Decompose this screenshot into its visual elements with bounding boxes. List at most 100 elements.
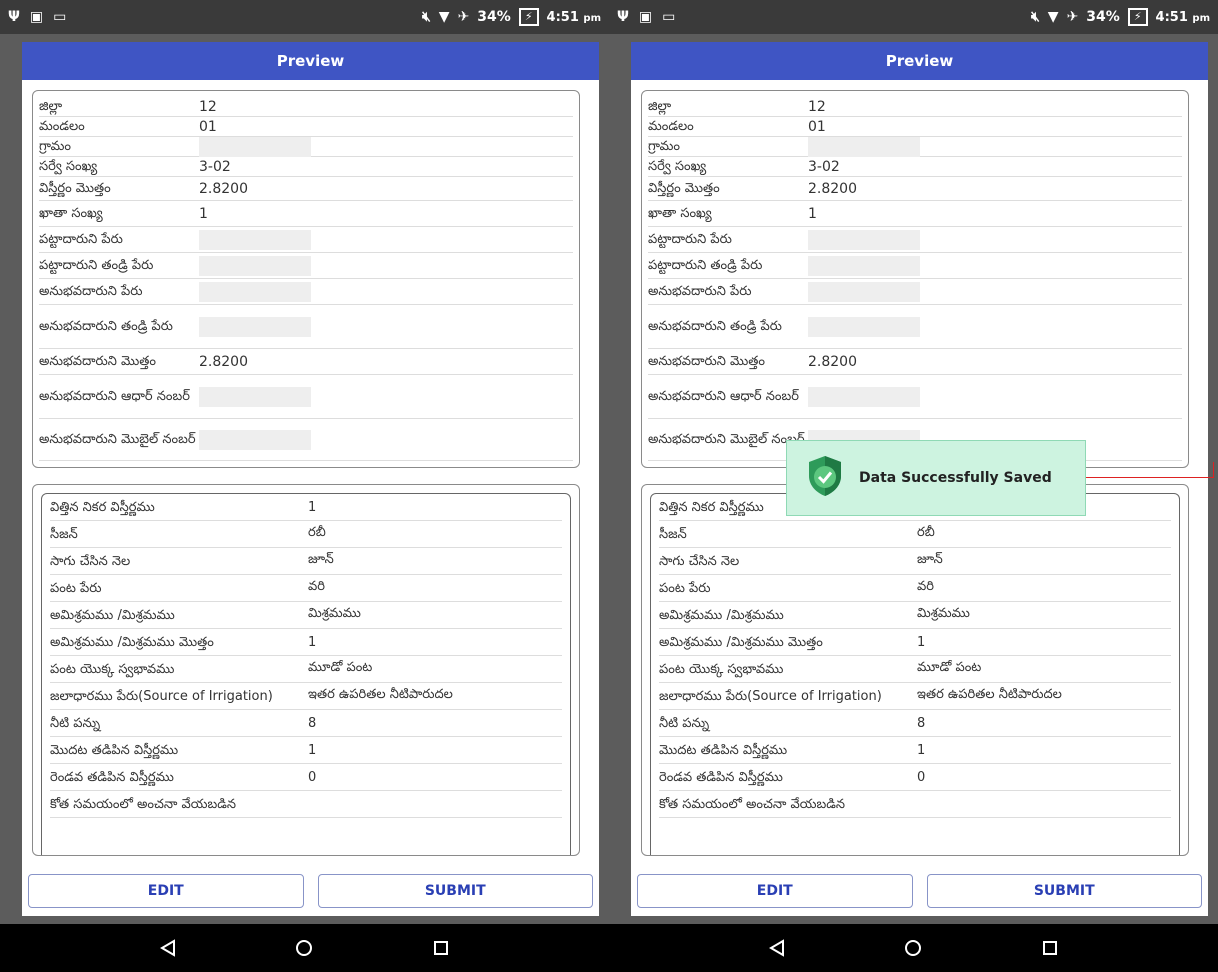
crop-detail-row: పంట యొక్క స్వభావము మూడో పంట (50, 656, 562, 683)
home-icon[interactable] (274, 928, 334, 968)
screen-left: Ψ ▣ ▭ 🔇︎ ▼ ✈ 34% ⚡ 4:51 pm Preview జిల్ల… (0, 0, 609, 972)
image-icon: ▣ (29, 9, 44, 25)
land-detail-row: విస్తీర్ణం మొత్తం 2.8200 (39, 177, 573, 201)
crop-detail-row: రెండవ తడిపిన విస్తీర్ణము 0 (659, 764, 1171, 791)
recents-icon[interactable] (411, 928, 471, 968)
crop-detail-row: అమిశ్రమము /మిశ్రమము మొత్తం 1 (50, 629, 562, 656)
crop-detail-row: పంట యొక్క స్వభావము మూడో పంట (659, 656, 1171, 683)
land-detail-label: అనుభవదారుని పేరు (39, 283, 143, 299)
crop-detail-label: జలాధారము పేరు(Source of Irrigation) (659, 688, 882, 704)
land-detail-value: 2.8200 (199, 180, 248, 197)
battery-icon: ⚡ (518, 8, 539, 26)
crop-detail-value: రబీ (308, 525, 326, 540)
land-detail-value: 1 (808, 205, 817, 222)
crop-detail-value: ఇతర ఉపరితల నీటిపారుదల (917, 687, 1062, 702)
recents-icon[interactable] (1020, 928, 1080, 968)
land-detail-row: అనుభవదారుని పేరు (39, 279, 573, 305)
land-detail-label: గ్రామం (648, 138, 680, 154)
crop-detail-row: మొదట తడిపిన విస్తీర్ణము 1 (50, 737, 562, 764)
land-detail-row: అనుభవదారుని పేరు (648, 279, 1182, 305)
submit-button[interactable]: SUBMIT (317, 874, 593, 908)
land-detail-row: అనుభవదారుని తండ్రి పేరు (648, 305, 1182, 349)
annotation-line-vertical (1213, 462, 1214, 478)
land-detail-label: విస్తీర్ణం మొత్తం (39, 180, 111, 196)
crop-detail-value: 1 (308, 742, 317, 758)
crop-detail-label: రెండవ తడిపిన విస్తీర్ణము (659, 769, 783, 785)
land-detail-row: అనుభవదారుని మొత్తం 2.8200 (39, 349, 573, 375)
land-detail-row: పట్టాదారుని తండ్రి పేరు (39, 253, 573, 279)
submit-button[interactable]: SUBMIT (926, 874, 1202, 908)
crop-detail-row: జలాధారము పేరు(Source of Irrigation) ఇతర ఉ… (659, 683, 1171, 710)
crop-detail-row: అమిశ్రమము /మిశ్రమము మిశ్రమము (50, 602, 562, 629)
land-detail-value (199, 229, 573, 250)
gallery-icon: ▭ (662, 9, 676, 25)
gallery-icon: ▭ (53, 9, 67, 25)
crop-detail-value: జూన్ (917, 552, 943, 567)
redacted-field (808, 316, 920, 337)
crop-detail-value: మూడో పంట (917, 660, 982, 675)
land-detail-row: పట్టాదారుని తండ్రి పేరు (648, 253, 1182, 279)
crop-detail-label: మొదట తడిపిన విస్తీర్ణము (50, 742, 179, 758)
crop-detail-label: అమిశ్రమము /మిశ్రమము మొత్తం (659, 634, 823, 650)
airplane-icon: ✈ (1066, 9, 1079, 25)
land-detail-label: అనుభవదారుని పేరు (648, 283, 752, 299)
redacted-field (199, 429, 311, 450)
land-details-list: జిల్లా 12 మండలం 01 గ్రామం సర్వే సంఖ్య 3-02 విస్… (39, 97, 573, 461)
land-details-card: జిల్లా 12 మండలం 01 గ్రామం సర్వే సంఖ్య 3-02 విస్… (32, 90, 580, 468)
land-detail-value (808, 229, 1182, 250)
land-detail-row: అనుభవదారుని ఆధార్ నంబర్ (648, 375, 1182, 419)
land-detail-value: 01 (808, 118, 826, 135)
land-detail-label: మండలం (39, 118, 85, 134)
status-bar: Ψ ▣ ▭ 🔇︎ ▼ ✈ 34% ⚡ 4:51 pm (0, 0, 609, 34)
redacted-field (199, 386, 311, 407)
crop-detail-label: సాగు చేసిన నెల (659, 553, 740, 569)
redacted-field (199, 281, 311, 302)
land-detail-row: జిల్లా 12 (648, 97, 1182, 117)
land-detail-value: 12 (808, 98, 826, 115)
annotation-line (1086, 477, 1214, 478)
dialog-title: Preview (22, 42, 599, 80)
crop-detail-value: మూడో పంట (308, 660, 373, 675)
redacted-field (808, 136, 920, 157)
crop-detail-row: నీటి పన్ను 8 (659, 710, 1171, 737)
crop-detail-value: రబీ (917, 525, 935, 540)
land-detail-value (199, 255, 573, 276)
preview-dialog: Preview జిల్లా 12 మండలం 01 గ్రామం సర్వే సంఖ్య… (22, 42, 599, 916)
land-detail-label: అనుభవదారుని తండ్రి పేరు (39, 318, 173, 334)
land-detail-row: అనుభవదారుని మొత్తం 2.8200 (648, 349, 1182, 375)
land-detail-value (199, 429, 573, 450)
redacted-field (808, 255, 920, 276)
crop-details-list[interactable]: విత్తిన నికర విస్తీర్ణము1సీజన్రబీసాగు చే… (41, 493, 571, 855)
crop-details-list[interactable]: విత్తిన నికర విస్తీర్ణము1సీజన్రబీసాగు చే… (650, 493, 1180, 855)
land-detail-row: జిల్లా 12 (39, 97, 573, 117)
dialog-title: Preview (631, 42, 1208, 80)
crop-detail-row: విత్తిన నికర విస్తీర్ణము 1 (50, 494, 562, 521)
redacted-field (808, 386, 920, 407)
battery-icon: ⚡ (1127, 8, 1148, 26)
crop-detail-label: కోత సమయంలో అంచనా వేయబడిన (659, 796, 845, 812)
crop-detail-label: జలాధారము పేరు(Source of Irrigation) (50, 688, 273, 704)
land-detail-value (199, 386, 573, 407)
crop-detail-row: కోత సమయంలో అంచనా వేయబడిన (659, 791, 1171, 818)
land-detail-row: పట్టాదారుని పేరు (39, 227, 573, 253)
back-icon[interactable] (138, 928, 198, 968)
crop-detail-row: పంట పేరు వరి (659, 575, 1171, 602)
crop-detail-label: అమిశ్రమము /మిశ్రమము మొత్తం (50, 634, 214, 650)
toast-message: Data Successfully Saved (859, 470, 1052, 486)
success-toast: Data Successfully Saved (786, 440, 1086, 516)
edit-button[interactable]: EDIT (637, 874, 913, 908)
back-icon[interactable] (747, 928, 807, 968)
crop-detail-label: నీటి పన్ను (659, 715, 710, 731)
crop-detail-row: పంట పేరు వరి (50, 575, 562, 602)
land-detail-row: సర్వే సంఖ్య 3-02 (648, 157, 1182, 177)
land-detail-value: 2.8200 (199, 353, 248, 370)
wifi-icon: ▼ (438, 9, 450, 25)
button-bar: EDIT SUBMIT (631, 866, 1208, 916)
crop-detail-value: 1 (917, 742, 926, 758)
edit-button[interactable]: EDIT (28, 874, 304, 908)
land-detail-row: మండలం 01 (648, 117, 1182, 137)
home-icon[interactable] (883, 928, 943, 968)
land-detail-value: 2.8200 (808, 180, 857, 197)
land-detail-label: జిల్లా (39, 98, 63, 114)
land-detail-label: అనుభవదారుని మొబైల్ నంబర్ (39, 431, 196, 447)
